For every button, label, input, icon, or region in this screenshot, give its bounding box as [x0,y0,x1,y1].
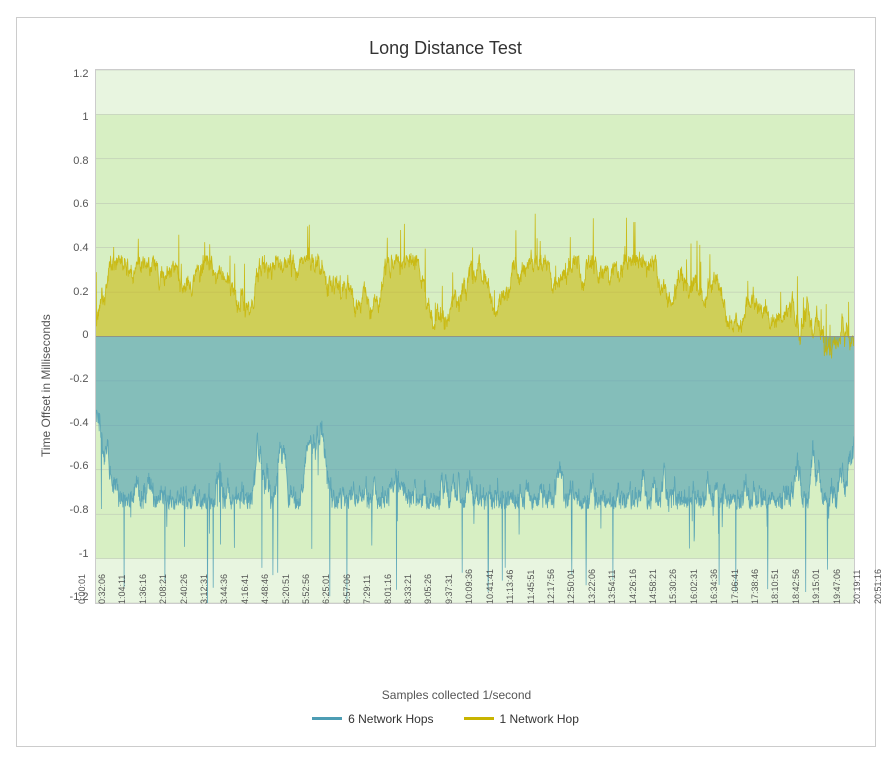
y-tick-label: 0.2 [73,287,88,298]
y-tick-label: 0.4 [73,243,88,254]
y-tick-label: -0.4 [70,418,89,429]
x-tick-label: 3:12:31 [199,573,209,603]
x-tick-label: 17:38:46 [750,568,760,603]
x-tick-label: 19:15:01 [811,568,821,603]
y-ticks: 1.210.80.60.40.20-0.2-0.4-0.6-0.8-1-1.2 [59,69,95,604]
x-tick-label: 9:05:26 [423,573,433,603]
legend-line [464,717,494,720]
x-tick-label: 11:45:51 [526,569,536,603]
legend-label: 6 Network Hops [348,712,433,726]
chart-title: Long Distance Test [369,38,522,59]
legend: 6 Network Hops 1 Network Hop [312,712,579,726]
x-tick-label: 16:34:36 [709,568,719,603]
legend-item: 1 Network Hop [464,712,579,726]
chart-container: Long Distance Test Time Offset in Millis… [16,17,876,747]
x-ticks-row: 0:00:010:32:061:04:111:36:162:08:212:40:… [77,604,873,684]
x-tick-label: 2:40:26 [179,573,189,603]
x-tick-label: 8:01:16 [383,573,393,603]
x-tick-label: 7:29:11 [362,574,372,603]
chart-right: 1.210.80.60.40.20-0.2-0.4-0.6-0.8-1-1.2 … [59,69,855,702]
x-tick-label: 10:09:36 [464,568,474,603]
x-tick-label: 15:30:26 [668,568,678,603]
x-tick-label: 4:48:46 [260,573,270,603]
y-tick-label: -0.8 [70,505,89,516]
x-tick-label: 1:04:11 [117,574,127,603]
x-tick-label: 11:13:46 [505,569,515,603]
x-tick-label: 19:47:06 [832,568,842,603]
y-tick-label: 0.8 [73,156,88,167]
x-tick-label: 14:26:16 [628,568,638,603]
x-tick-label: 6:57:06 [342,573,352,603]
x-tick-label: 9:37:31 [444,573,454,603]
y-tick-label: -1 [79,549,89,560]
legend-label: 1 Network Hop [500,712,579,726]
x-tick-label: 12:17:56 [546,568,556,603]
x-tick-label: 5:20:51 [281,573,291,603]
x-tick-label: 13:54:11 [607,569,617,603]
y-axis-label: Time Offset in Milliseconds [37,69,55,702]
x-tick-label: 12:50:01 [566,568,576,603]
legend-line [312,717,342,720]
x-tick-label: 18:42:56 [791,568,801,603]
x-tick-label: 6:25:01 [321,573,331,603]
x-axis-area: 0:00:010:32:061:04:111:36:162:08:212:40:… [59,604,855,702]
x-tick-label: 13:22:06 [587,568,597,603]
x-tick-label: 0:32:06 [97,573,107,603]
chart-body: Time Offset in Milliseconds 1.2 1 0.8 0.6 0.… [37,69,855,702]
x-tick-label: 2:08:21 [158,573,168,603]
x-tick-label: 17:06:41 [730,568,740,603]
y-tick-label: 1 [82,112,88,123]
y-tick-label: -0.2 [70,374,89,385]
x-tick-label: 20:51:16 [873,568,883,603]
x-tick-label: 1:36:16 [138,573,148,603]
plot-area-wrapper: 1.210.80.60.40.20-0.2-0.4-0.6-0.8-1-1.2 [59,69,855,604]
x-tick-label: 3:44:36 [219,573,229,603]
x-tick-label: 10:41:41 [485,568,495,603]
x-tick-label: 18:10:51 [770,568,780,603]
x-tick-label: 14:58:21 [648,568,658,603]
x-tick-label: 16:02:31 [689,568,699,603]
y-tick-label: 0.6 [73,199,88,210]
y-tick-label: -0.6 [70,461,89,472]
y-tick-label: 1.2 [73,69,88,80]
y-tick-label: 0 [82,330,88,341]
legend-item: 6 Network Hops [312,712,433,726]
x-tick-label: 8:33:21 [403,573,413,603]
x-axis-title: Samples collected 1/second [382,688,531,702]
plot-canvas [95,69,855,604]
x-tick-label: 20:19:11 [852,569,862,603]
chart-svg [96,70,854,603]
x-tick-label: 0:00:01 [77,573,87,603]
x-tick-label: 5:52:56 [301,573,311,603]
x-tick-label: 4:16:41 [240,573,250,603]
